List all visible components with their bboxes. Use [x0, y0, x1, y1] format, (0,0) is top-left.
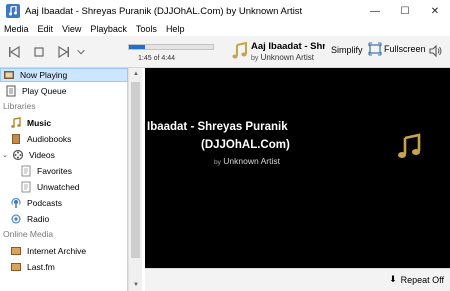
- chevron-down-icon: [77, 49, 85, 54]
- menu-media[interactable]: Media: [4, 24, 29, 34]
- video-artist: by Unknown Artist: [214, 156, 280, 166]
- audiobook-icon: [10, 133, 22, 145]
- seek-slider[interactable]: [128, 44, 214, 50]
- stop-icon: [34, 46, 44, 57]
- sidebar-item-podcasts[interactable]: Podcasts: [0, 196, 128, 210]
- menu-help[interactable]: Help: [166, 24, 185, 34]
- unwatched-icon: [20, 181, 32, 193]
- sidebar-label: Music: [27, 118, 52, 128]
- video-artist-by: by: [214, 159, 221, 166]
- sidebar-label: Last.fm: [27, 262, 55, 272]
- menu-view[interactable]: View: [62, 24, 81, 34]
- music-icon: [10, 117, 22, 129]
- video-display[interactable]: Ibaadat - Shreyas Puranik (DJJOhAL.Com) …: [145, 68, 450, 268]
- sidebar-item-unwatched[interactable]: Unwatched: [0, 180, 128, 194]
- music-note-icon: [398, 133, 421, 158]
- video-track-title: Ibaadat - Shreyas Puranik: [147, 121, 288, 133]
- videos-icon: [12, 149, 24, 161]
- sidebar-label: Play Queue: [22, 86, 67, 96]
- skip-back-icon: [9, 45, 20, 58]
- sidebar-label: Videos: [29, 150, 55, 160]
- sidebar-item-music[interactable]: Music: [0, 116, 128, 130]
- lastfm-icon: [10, 261, 22, 273]
- fullscreen-button[interactable]: Fullscreen: [368, 42, 426, 56]
- sidebar-label: Internet Archive: [27, 246, 87, 256]
- volume-button[interactable]: [428, 44, 442, 60]
- album-art[interactable]: [231, 41, 249, 61]
- sidebar-item-radio[interactable]: Radio: [0, 212, 128, 226]
- play-queue-icon: [5, 85, 17, 97]
- time-readout: 1:45 of 4:44: [138, 55, 175, 62]
- now-playing-artist: by Unknown Artist: [251, 53, 314, 62]
- now-playing-icon: [3, 69, 15, 81]
- video-track-subtitle: (DJJOhAL.Com): [201, 139, 290, 151]
- fullscreen-icon: [368, 42, 382, 56]
- minimize-button[interactable]: —: [360, 0, 390, 22]
- sidebar-label: Now Playing: [20, 70, 68, 80]
- fullscreen-label: Fullscreen: [384, 44, 426, 54]
- sidebar-label: Radio: [27, 214, 50, 224]
- sidebar-item-internet-archive[interactable]: Internet Archive: [0, 244, 128, 258]
- scroll-thumb[interactable]: [131, 82, 140, 258]
- video-artist-name: Unknown Artist: [223, 156, 280, 166]
- menu-bar: Media Edit View Playback Tools Help: [0, 22, 450, 36]
- artist-by: by: [251, 55, 259, 62]
- podcast-icon: [10, 197, 22, 209]
- scroll-down-icon[interactable]: ▼: [129, 279, 143, 291]
- status-bar: ⬇ Repeat Off: [145, 268, 450, 291]
- sidebar-label: Audiobooks: [27, 134, 72, 144]
- repeat-label: Repeat Off: [400, 274, 444, 285]
- sidebar-scrollbar[interactable]: ▲ ▼: [128, 68, 142, 291]
- libraries-header: Libraries: [3, 101, 36, 111]
- favorites-icon: [20, 165, 32, 177]
- sidebar-item-videos[interactable]: ⌄ Videos: [0, 148, 128, 162]
- window-title: Aaj Ibaadat - Shreyas Puranik (DJJOhAL.C…: [25, 5, 303, 17]
- dropdown-button[interactable]: [75, 41, 87, 63]
- menu-tools[interactable]: Tools: [136, 24, 157, 34]
- seek-progress: [129, 45, 145, 49]
- menu-playback[interactable]: Playback: [90, 24, 127, 34]
- expand-arrow-icon[interactable]: ⌄: [2, 151, 10, 159]
- online-media-header: Online Media: [3, 229, 54, 239]
- repeat-icon: ⬇: [389, 274, 397, 284]
- sidebar-item-favorites[interactable]: Favorites: [0, 164, 128, 178]
- sidebar-label: Unwatched: [37, 182, 80, 192]
- sidebar-item-now-playing[interactable]: Now Playing: [0, 68, 128, 82]
- now-playing-title[interactable]: Aaj Ibaadat - Shre...: [251, 41, 325, 52]
- radio-icon: [10, 213, 22, 225]
- artist-name: Unknown Artist: [260, 53, 314, 62]
- music-note-icon: [232, 41, 247, 59]
- sidebar-label: Podcasts: [27, 198, 62, 208]
- speaker-icon: [429, 44, 442, 58]
- close-button[interactable]: ✕: [420, 0, 450, 22]
- previous-button[interactable]: [3, 41, 25, 63]
- maximize-button[interactable]: ☐: [390, 0, 420, 22]
- app-icon: [6, 4, 20, 18]
- skip-forward-icon: [58, 45, 69, 58]
- menu-edit[interactable]: Edit: [38, 24, 54, 34]
- scroll-up-icon[interactable]: ▲: [129, 68, 143, 80]
- sidebar-item-audiobooks[interactable]: Audiobooks: [0, 132, 128, 146]
- repeat-toggle[interactable]: ⬇ Repeat Off: [389, 274, 444, 285]
- sidebar: Now Playing Play Queue Libraries Music A…: [0, 68, 128, 291]
- title-bar: Aaj Ibaadat - Shreyas Puranik (DJJOhAL.C…: [0, 0, 450, 22]
- archive-icon: [10, 245, 22, 257]
- simplify-button[interactable]: Simplify: [331, 45, 363, 55]
- stop-button[interactable]: [28, 41, 50, 63]
- sidebar-item-play-queue[interactable]: Play Queue: [0, 84, 128, 98]
- window-controls: — ☐ ✕: [360, 0, 450, 22]
- next-button[interactable]: [53, 41, 75, 63]
- sidebar-label: Favorites: [37, 166, 72, 176]
- sidebar-item-last-fm[interactable]: Last.fm: [0, 260, 128, 274]
